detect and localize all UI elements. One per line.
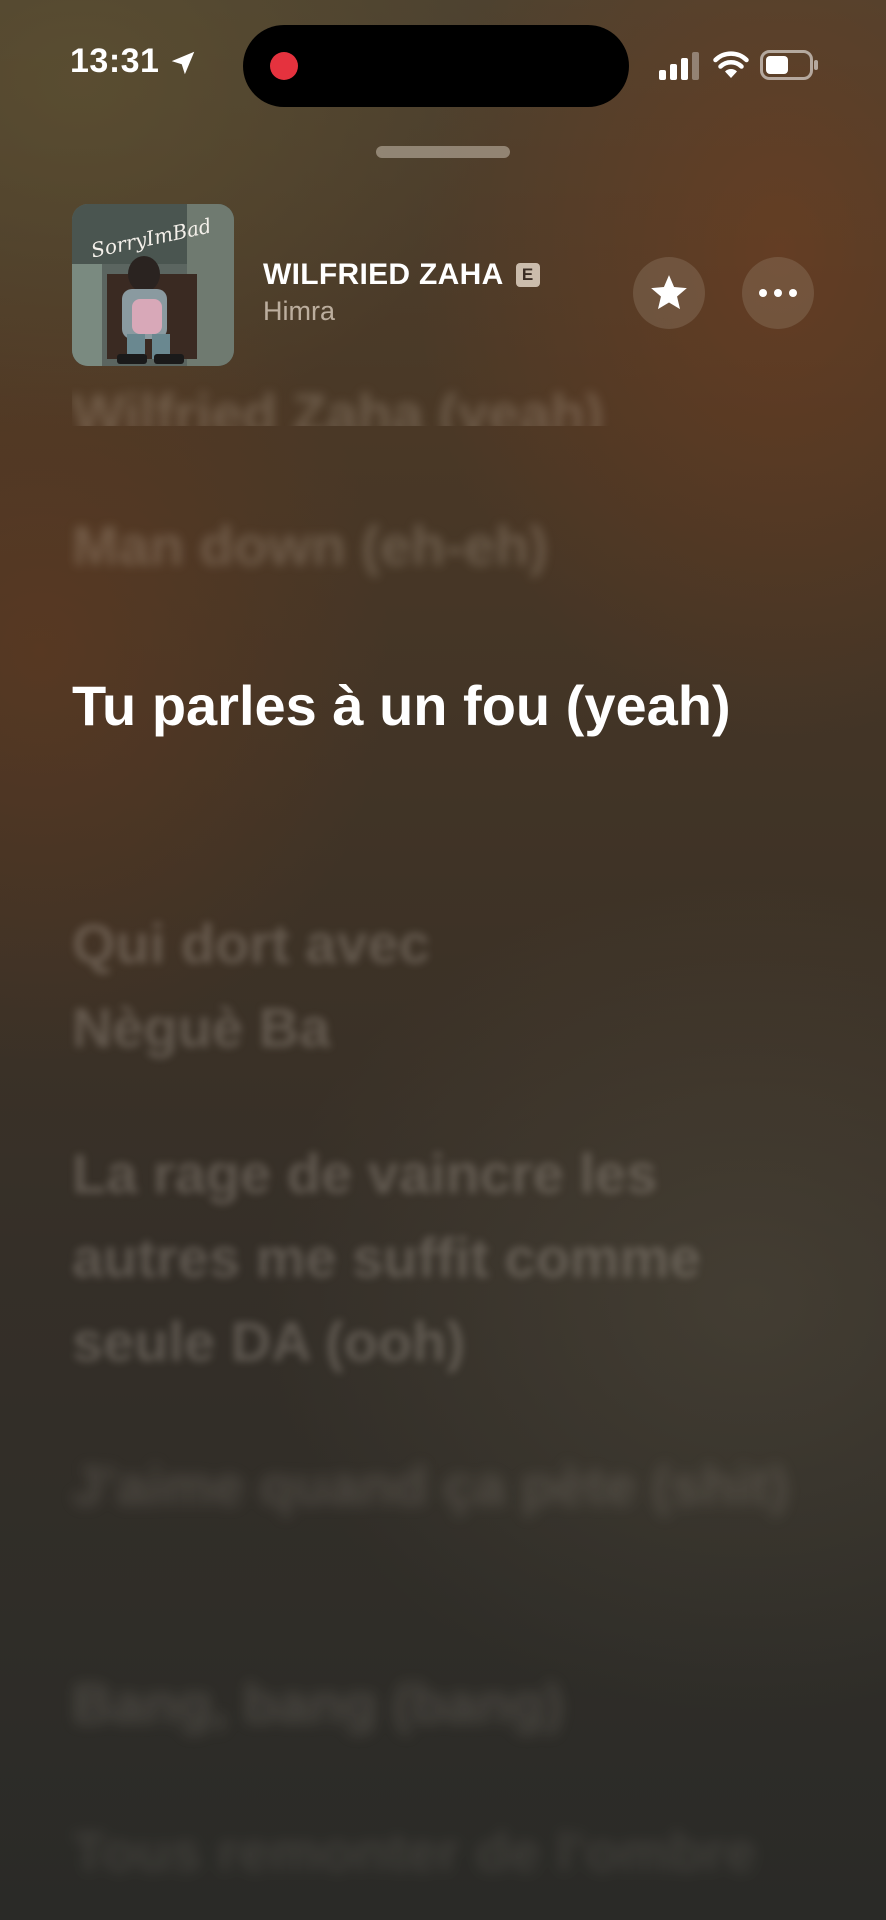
favorite-button[interactable] [633, 257, 705, 329]
recording-indicator-icon [270, 52, 298, 80]
status-time: 13:31 [70, 42, 160, 80]
track-title-row[interactable]: WILFRIED ZAHA E [263, 258, 540, 292]
star-icon [651, 275, 687, 310]
cellular-signal-icon [659, 52, 699, 80]
lyric-line[interactable]: Qui dort avec Nèguè Ba [72, 902, 592, 1070]
lyric-line[interactable]: Tous remonter de l'ombre [72, 1810, 812, 1894]
battery-icon [760, 50, 818, 80]
ellipsis-icon [759, 289, 797, 297]
location-arrow-icon [171, 51, 195, 75]
more-options-button[interactable] [742, 257, 814, 329]
lyric-line[interactable]: J'aime quand ça pète (shit) [72, 1444, 812, 1528]
album-artwork[interactable]: SorryImBad [72, 204, 234, 366]
sheet-grabber[interactable] [376, 146, 510, 158]
lyric-line[interactable]: Man down (eh-eh) [72, 504, 812, 588]
lyric-line-active[interactable]: Tu parles à un fou (yeah) [72, 664, 812, 748]
lyric-line[interactable]: Bang, bang (bang) [72, 1662, 812, 1746]
explicit-badge: E [515, 263, 540, 287]
dynamic-island[interactable] [243, 25, 629, 107]
lyric-line[interactable]: La rage de vaincre les autres me suffit … [72, 1132, 812, 1384]
track-title: WILFRIED ZAHA [263, 258, 504, 291]
track-artist[interactable]: Himra [263, 296, 335, 327]
wifi-icon [713, 51, 749, 78]
